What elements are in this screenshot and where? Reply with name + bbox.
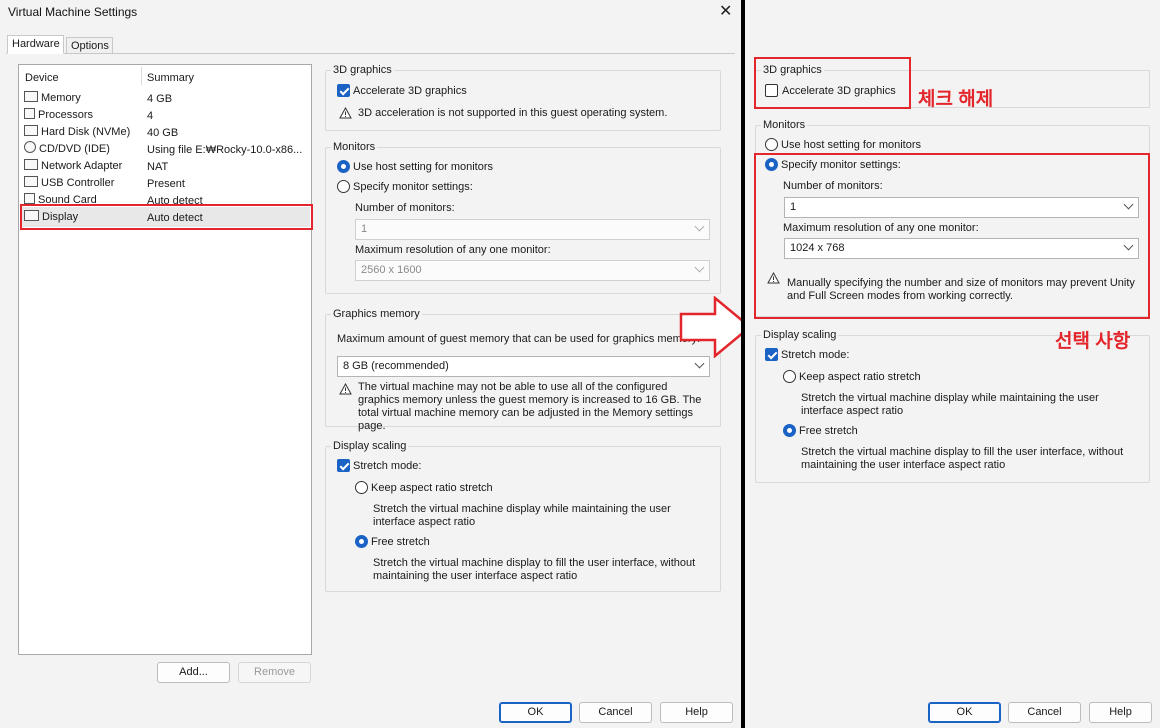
ok-button[interactable]: OK: [928, 702, 1001, 723]
chevron-down-icon: [694, 221, 705, 232]
remove-button[interactable]: Remove: [238, 662, 311, 683]
warning-icon: [339, 107, 352, 119]
stretch-mode-checkbox[interactable]: [765, 348, 778, 362]
accelerate-3d-warning: 3D acceleration is not supported in this…: [358, 107, 668, 119]
summary-column-header[interactable]: Summary: [147, 72, 194, 84]
device-name: Processors: [38, 109, 94, 121]
device-name: CD/DVD (IDE): [39, 143, 110, 155]
device-summary: 40 GB: [147, 127, 179, 139]
select-value: 2560 x 1600: [361, 264, 422, 276]
memory-icon: [24, 91, 38, 102]
accelerate-3d-label[interactable]: Accelerate 3D graphics: [353, 85, 467, 97]
group-title-display-scaling: Display scaling: [331, 440, 409, 452]
radio-selected-icon: [337, 160, 350, 173]
specify-monitor-label[interactable]: Specify monitor settings:: [353, 181, 473, 193]
max-resolution-label: Maximum resolution of any one monitor:: [355, 244, 551, 256]
graphics-memory-select[interactable]: 8 GB (recommended): [337, 356, 710, 377]
select-value: 1: [361, 223, 368, 235]
keep-aspect-description: Stretch the virtual machine display whil…: [801, 392, 1099, 417]
network-adapter-icon: [24, 159, 38, 170]
device-summary: Using file E:₩Rocky-10.0-x86...: [147, 144, 303, 156]
group-3d-graphics: [325, 70, 721, 131]
graphics-memory-warning: The virtual machine may not be able to u…: [358, 381, 702, 432]
tab-options[interactable]: Options: [66, 37, 113, 54]
device-name: Memory: [41, 92, 81, 104]
specify-monitor-radio[interactable]: [337, 180, 350, 194]
help-button[interactable]: Help: [660, 702, 733, 723]
cancel-button[interactable]: Cancel: [579, 702, 652, 723]
warning-icon: [339, 383, 352, 395]
group-title-monitors: Monitors: [331, 141, 378, 153]
radio-selected-icon: [355, 535, 368, 548]
use-host-label[interactable]: Use host setting for monitors: [353, 161, 493, 173]
radio-unselected-icon: [783, 370, 796, 383]
keep-aspect-label[interactable]: Keep aspect ratio stretch: [799, 371, 921, 383]
max-resolution-select[interactable]: 2560 x 1600: [355, 260, 710, 281]
column-separator: [141, 67, 142, 85]
radio-unselected-icon: [765, 138, 778, 151]
keep-aspect-description: Stretch the virtual machine display whil…: [373, 503, 671, 528]
radio-selected-icon: [783, 424, 796, 437]
stretch-mode-checkbox[interactable]: [337, 459, 350, 473]
tab-strip-line: [6, 53, 735, 54]
hard-disk-icon: [24, 125, 38, 136]
close-icon[interactable]: ✕: [719, 4, 732, 20]
use-host-radio[interactable]: [337, 160, 350, 174]
device-summary: 4 GB: [147, 93, 173, 105]
sound-card-icon: [24, 193, 35, 204]
group-title-display-scaling: Display scaling: [761, 329, 839, 341]
keep-aspect-radio[interactable]: [783, 370, 796, 384]
annotation-selection-label: 선택 사항: [1055, 331, 1131, 352]
use-host-label[interactable]: Use host setting for monitors: [781, 139, 921, 151]
accelerate-3d-checkbox[interactable]: [337, 84, 350, 98]
annotation-highlight-3d: [754, 57, 911, 109]
processor-icon: [24, 108, 35, 119]
annotation-highlight-display: [20, 204, 313, 230]
help-button[interactable]: Help: [1089, 702, 1152, 723]
checkbox-checked-icon: [765, 348, 778, 361]
device-summary: 4: [147, 110, 154, 122]
checkbox-checked-icon: [337, 84, 350, 97]
free-stretch-radio[interactable]: [783, 424, 796, 438]
keep-aspect-label[interactable]: Keep aspect ratio stretch: [371, 482, 493, 494]
device-row-processors[interactable]: Processors: [24, 107, 310, 124]
add-button[interactable]: Add...: [157, 662, 230, 683]
checkbox-checked-icon: [337, 459, 350, 472]
stretch-mode-label[interactable]: Stretch mode:: [781, 349, 849, 361]
annotation-uncheck-label: 체크 해제: [918, 89, 994, 110]
usb-controller-icon: [24, 176, 38, 187]
group-title-3d-graphics: 3D graphics: [331, 64, 394, 76]
radio-unselected-icon: [337, 180, 350, 193]
group-title-graphics-memory: Graphics memory: [331, 308, 422, 320]
window-title: Virtual Machine Settings: [8, 5, 138, 19]
free-stretch-description: Stretch the virtual machine display to f…: [373, 557, 696, 582]
device-name: USB Controller: [41, 177, 115, 189]
device-column-header[interactable]: Device: [25, 72, 59, 84]
keep-aspect-radio[interactable]: [355, 481, 368, 495]
device-summary: NAT: [147, 161, 169, 173]
cd-dvd-icon: [24, 141, 36, 153]
stretch-mode-label[interactable]: Stretch mode:: [353, 460, 421, 472]
number-of-monitors-label: Number of monitors:: [355, 202, 455, 214]
graphics-memory-label: Maximum amount of guest memory that can …: [337, 333, 701, 345]
device-name: Network Adapter: [41, 160, 123, 172]
select-value: 8 GB (recommended): [343, 360, 449, 372]
use-host-radio[interactable]: [765, 138, 778, 152]
free-stretch-description: Stretch the virtual machine display to f…: [801, 446, 1124, 471]
free-stretch-label[interactable]: Free stretch: [371, 536, 430, 548]
cancel-button[interactable]: Cancel: [1008, 702, 1081, 723]
device-name: Hard Disk (NVMe): [41, 126, 131, 138]
ok-button[interactable]: OK: [499, 702, 572, 723]
free-stretch-label[interactable]: Free stretch: [799, 425, 858, 437]
group-title-monitors: Monitors: [761, 119, 808, 131]
chevron-down-icon: [694, 358, 705, 369]
free-stretch-radio[interactable]: [355, 535, 368, 549]
chevron-down-icon: [694, 262, 705, 273]
device-summary: Present: [147, 178, 185, 190]
radio-unselected-icon: [355, 481, 368, 494]
tab-hardware[interactable]: Hardware: [7, 35, 64, 54]
annotation-highlight-monitors: [754, 153, 1150, 319]
number-of-monitors-select[interactable]: 1: [355, 219, 710, 240]
